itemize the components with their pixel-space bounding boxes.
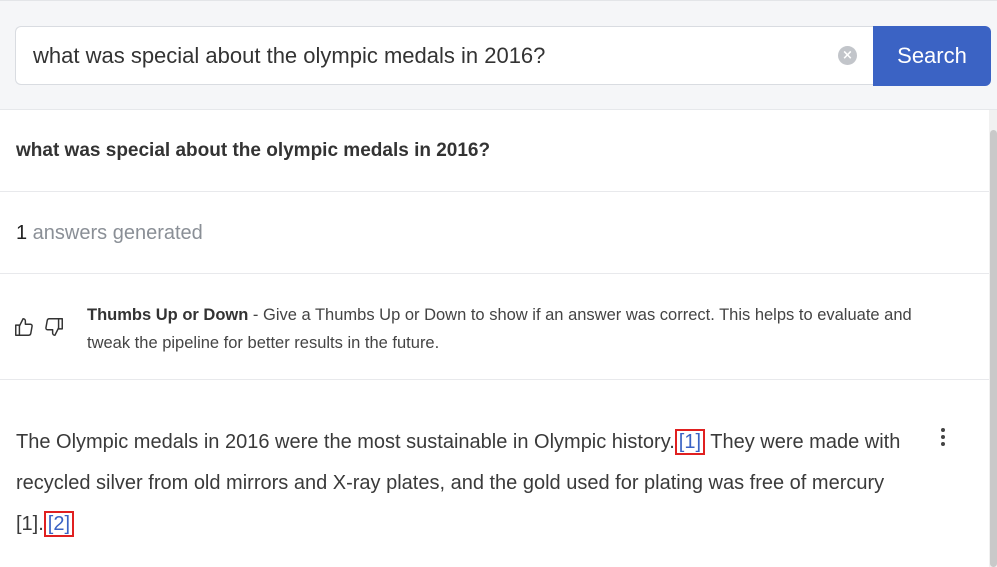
question-title: what was special about the olympic medal… xyxy=(16,140,491,161)
answers-count: 1 answers generated xyxy=(16,222,203,245)
thumbs-down-icon[interactable] xyxy=(43,316,65,338)
feedback-instructions: Thumbs Up or Down - Give a Thumbs Up or … xyxy=(87,301,957,357)
answers-count-section: 1 answers generated xyxy=(0,192,989,274)
search-button[interactable]: Search xyxy=(873,26,991,86)
answers-count-label: answers generated xyxy=(27,222,203,244)
search-box: × xyxy=(15,26,875,85)
answer-card: The Olympic medals in 2016 were the most… xyxy=(0,380,989,567)
scrollbar-thumb[interactable] xyxy=(990,130,997,567)
citation-link-1[interactable]: [1] xyxy=(674,429,706,455)
more-vertical-icon[interactable] xyxy=(936,426,950,450)
answers-count-number: 1 xyxy=(16,222,28,244)
feedback-section: Thumbs Up or Down - Give a Thumbs Up or … xyxy=(0,274,989,380)
citation-link-2[interactable]: [2] xyxy=(43,511,75,537)
clear-search-icon[interactable]: × xyxy=(838,46,857,65)
thumbs-up-icon[interactable] xyxy=(13,316,35,338)
question-section: what was special about the olympic medal… xyxy=(0,110,989,192)
answer-text: The Olympic medals in 2016 were the most… xyxy=(16,422,916,545)
search-bar: × Search xyxy=(0,0,997,110)
feedback-title: Thumbs Up or Down xyxy=(87,306,249,324)
answer-part-1: The Olympic medals in 2016 were the most… xyxy=(16,431,675,453)
search-input[interactable] xyxy=(33,27,833,84)
